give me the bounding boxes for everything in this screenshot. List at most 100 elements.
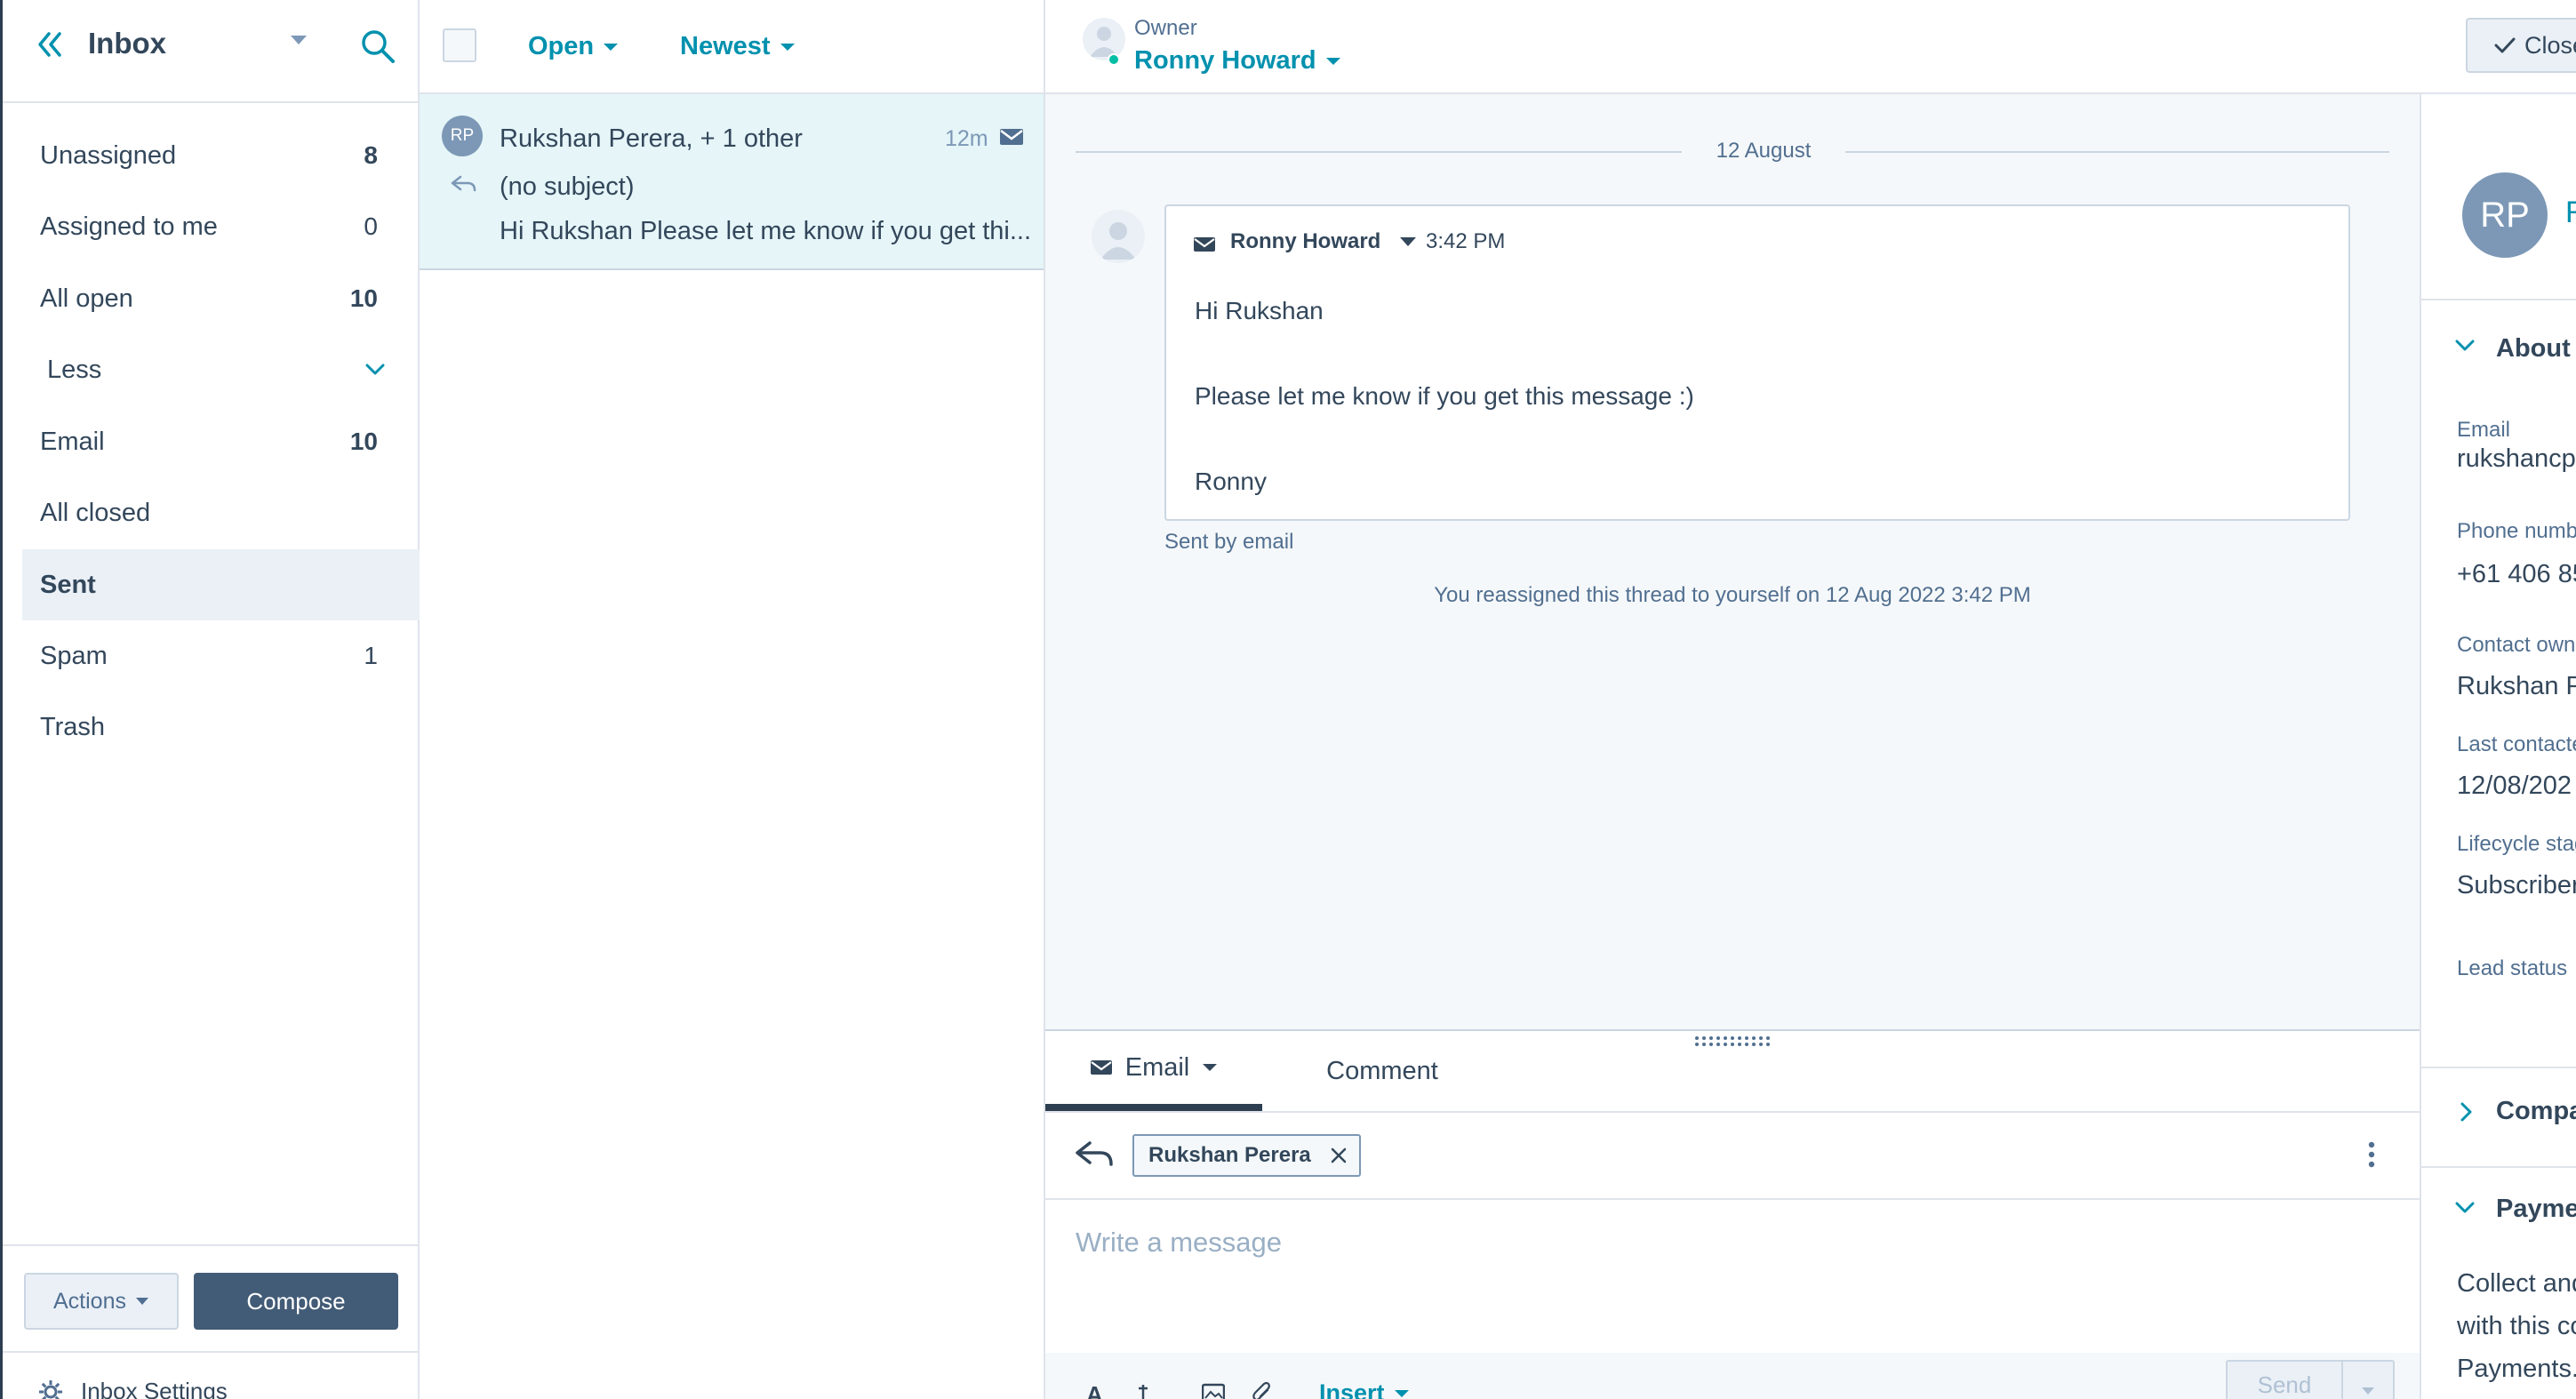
caret-down-icon: [1325, 57, 1341, 66]
recipient-chip[interactable]: Rukshan Perera: [1132, 1134, 1361, 1177]
sidebar-toggle-less[interactable]: Less: [22, 334, 420, 405]
inbox-switcher-caret-icon[interactable]: [289, 34, 308, 46]
sort-label: Newest: [680, 32, 771, 60]
payments-section-title[interactable]: Payme: [2496, 1195, 2576, 1224]
snippet-icon[interactable]: [1136, 1383, 1150, 1399]
close-conversation-button[interactable]: Close: [2466, 18, 2576, 73]
sent-by-label: Sent by email: [1164, 530, 1294, 554]
close-icon[interactable]: [1331, 1147, 1347, 1163]
sidebar-item-assigned-to-me[interactable]: Assigned to me 0: [22, 191, 420, 262]
chevron-up-icon: [365, 364, 385, 376]
send-button-label: Send: [2257, 1371, 2312, 1398]
payments-description-line: with this co: [2457, 1312, 2576, 1340]
sidebar-item-label: All closed: [40, 498, 151, 527]
owner-label: Owner: [1134, 16, 1197, 40]
attachment-icon[interactable]: [1252, 1381, 1273, 1399]
sidebar-item-sent[interactable]: Sent: [22, 549, 420, 620]
chevron-right-icon[interactable]: [2460, 1102, 2473, 1122]
sidebar-item-all-closed[interactable]: All closed: [22, 477, 420, 548]
resize-handle-icon[interactable]: [1694, 1035, 1771, 1047]
sidebar-item-all-open[interactable]: All open 10: [22, 263, 420, 334]
sidebar-item-label: Email: [40, 427, 105, 456]
phone-label: Phone numb: [2457, 519, 2576, 543]
message-input[interactable]: Write a message: [1076, 1227, 2364, 1333]
avatar: RP: [442, 116, 483, 156]
lifecycle-stage-label: Lifecycle stag: [2457, 832, 2576, 856]
reply-composer: Email Comment Rukshan Perera Write a mes…: [1045, 1029, 2420, 1399]
search-icon[interactable]: [360, 28, 396, 64]
owner-name: Ronny Howard: [1134, 46, 1316, 75]
compose-button[interactable]: Compose: [194, 1273, 398, 1330]
companies-section-title[interactable]: Compa: [2496, 1097, 2576, 1126]
reply-all-icon[interactable]: [1074, 1139, 1115, 1168]
email-value[interactable]: rukshancp: [2457, 444, 2576, 474]
actions-button[interactable]: Actions: [24, 1273, 179, 1330]
send-options-button[interactable]: [2341, 1360, 2395, 1399]
message-time: 3:42 PM: [1426, 229, 1506, 253]
sidebar-header: Inbox: [3, 0, 420, 103]
chevron-down-icon[interactable]: [2455, 1202, 2475, 1214]
about-section-title[interactable]: About: [2496, 334, 2571, 364]
image-icon[interactable]: [1202, 1383, 1225, 1399]
thread-preview: Hi Rukshan Please let me know if you get…: [500, 217, 1032, 245]
owner-avatar: [1083, 18, 1125, 60]
thread-sender: Rukshan Perera, + 1 other: [500, 124, 803, 153]
composer-tab-divider: [1045, 1111, 2420, 1113]
sidebar-item-trash[interactable]: Trash: [22, 692, 420, 763]
status-filter-dropdown[interactable]: Open: [528, 32, 619, 61]
sidebar-item-unassigned[interactable]: Unassigned 8: [22, 120, 420, 191]
checkmark-icon: [2494, 36, 2516, 54]
email-message-card: Ronny Howard 3:42 PM Hi Rukshan Please l…: [1164, 204, 2350, 521]
contact-avatar: RP: [2462, 172, 2548, 258]
text-format-icon[interactable]: A: [1086, 1381, 1103, 1399]
contact-owner-label: Contact own: [2457, 633, 2576, 657]
lead-status-label: Lead status: [2457, 956, 2568, 980]
tab-email-label: Email: [1124, 1052, 1190, 1082]
payments-section-divider: [2421, 1166, 2576, 1168]
online-status-dot: [1108, 53, 1120, 66]
contact-name-link[interactable]: R: [2565, 196, 2576, 230]
sidebar-item-label: Assigned to me: [40, 212, 218, 241]
recipient-name: Rukshan Perera: [1148, 1143, 1311, 1167]
thread-time: 12m: [945, 126, 988, 151]
sidebar-item-spam[interactable]: Spam 1: [22, 620, 420, 692]
sidebar-item-label: Trash: [40, 712, 106, 741]
thread-list-item[interactable]: RP Rukshan Perera, + 1 other 12m (no sub…: [420, 94, 1044, 270]
sidebar-item-label: Less: [47, 355, 102, 384]
thread-list-toolbar: Open Newest: [420, 0, 1044, 94]
tab-email[interactable]: Email: [1045, 1031, 1262, 1111]
caret-down-icon: [135, 1297, 149, 1306]
composer-toolbar: A Insert Send: [1045, 1353, 2420, 1399]
message-details-caret-icon[interactable]: [1399, 236, 1417, 247]
sidebar-item-label: Unassigned: [40, 140, 177, 170]
inbox-settings-link[interactable]: Inbox Settings: [81, 1378, 228, 1399]
sidebar-item-count: 8: [364, 141, 378, 169]
message-greeting: Hi Rukshan: [1195, 297, 1324, 324]
system-note: You reassigned this thread to yourself o…: [1434, 583, 2031, 607]
tab-comment[interactable]: Comment: [1262, 1031, 1502, 1111]
caret-down-icon: [780, 43, 796, 52]
sidebar-item-count: 10: [349, 428, 378, 455]
reply-icon: [450, 174, 476, 194]
owner-dropdown[interactable]: Ronny Howard: [1134, 46, 1341, 76]
tab-comment-label: Comment: [1326, 1056, 1438, 1085]
inbox-title[interactable]: Inbox: [88, 27, 166, 60]
gear-icon: [38, 1379, 63, 1399]
sidebar-item-label: Spam: [40, 641, 108, 670]
chevron-down-icon[interactable]: [2455, 340, 2475, 352]
sort-dropdown[interactable]: Newest: [680, 32, 796, 61]
compose-button-label: Compose: [246, 1287, 346, 1315]
conversation-header: Owner Ronny Howard Close: [1045, 0, 2576, 94]
message-signoff: Ronny: [1195, 468, 1267, 495]
insert-dropdown[interactable]: Insert: [1319, 1379, 1410, 1399]
send-button[interactable]: Send: [2226, 1360, 2341, 1399]
select-all-checkbox[interactable]: [443, 28, 476, 62]
more-options-icon[interactable]: [2368, 1141, 2375, 1168]
collapse-sidebar-icon[interactable]: [33, 28, 65, 60]
contact-owner-value[interactable]: Rukshan Pe: [2457, 672, 2576, 701]
lifecycle-stage-value[interactable]: Subscriber: [2457, 871, 2576, 900]
sidebar-item-count: 10: [349, 284, 378, 312]
thread-subject: (no subject): [500, 172, 635, 201]
sidebar-item-email[interactable]: Email 10: [22, 406, 420, 477]
phone-value[interactable]: +61 406 85: [2457, 560, 2576, 589]
